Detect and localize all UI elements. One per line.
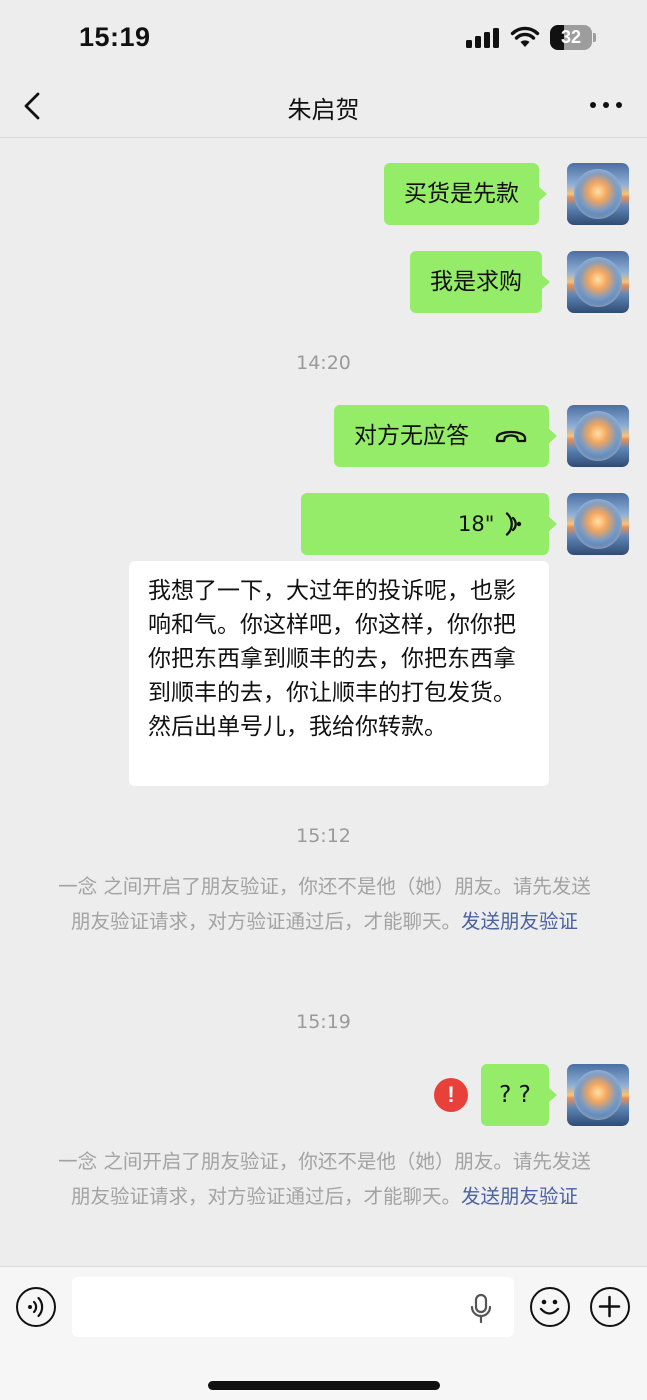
message-bubble-outgoing[interactable]: 我是求购 [410,251,550,313]
ellipsis-icon[interactable] [586,88,626,120]
plus-icon[interactable] [590,1287,630,1327]
avatar[interactable] [567,251,629,313]
timestamp: 15:12 [296,825,351,847]
home-indicator [208,1381,440,1390]
chat-title: 朱启贺 [287,96,360,124]
cellular-signal-icon [466,28,500,48]
wifi-icon [510,26,540,47]
voice-mode-icon[interactable] [16,1287,56,1327]
send-friend-request-link[interactable]: 发送朋友验证 [461,910,578,933]
friend-verification-notice: 一念 之间开启了朋友验证，你还不是他（她）朋友。请先发送朋友验证请求，对方验证通… [52,1144,597,1214]
message-bubble-outgoing[interactable]: 买货是先款 [384,163,547,225]
emoji-icon[interactable] [530,1287,570,1327]
message-bubble-outgoing[interactable]: ? ? [481,1064,557,1126]
call-status-text: 对方无应答 [354,423,469,449]
input-bar [0,1266,647,1400]
send-friend-request-link[interactable]: 发送朋友验证 [461,1185,578,1208]
microphone-icon[interactable] [468,1293,494,1325]
avatar[interactable] [567,405,629,467]
voice-wave-icon [505,512,522,536]
call-record-bubble[interactable]: 对方无应答 [334,405,557,467]
timestamp: 15:19 [296,1011,351,1033]
battery-level: 32 [560,27,582,47]
status-bar: 15:19 32 [0,0,647,76]
voice-duration: 18" [458,512,495,536]
message-input[interactable] [72,1277,514,1337]
avatar[interactable] [567,1064,629,1126]
avatar[interactable] [567,493,629,555]
voice-message-bubble[interactable]: 18" [301,493,557,555]
status-time: 15:19 [79,22,151,52]
error-exclamation-icon[interactable]: ! [434,1078,468,1112]
timestamp: 14:20 [296,352,351,374]
friend-verification-notice: 一念 之间开启了朋友验证，你还不是他（她）朋友。请先发送朋友验证请求，对方验证通… [52,869,597,939]
avatar[interactable] [567,163,629,225]
nav-bar: 朱启贺 [0,76,647,138]
message-bubble-incoming[interactable]: 我想了一下，大过年的投诉呢，也影响和气。你这样吧，你这样，你你把你把东西拿到顺丰… [129,561,549,786]
hangup-phone-icon [495,430,527,443]
battery-icon: 32 [550,25,597,50]
